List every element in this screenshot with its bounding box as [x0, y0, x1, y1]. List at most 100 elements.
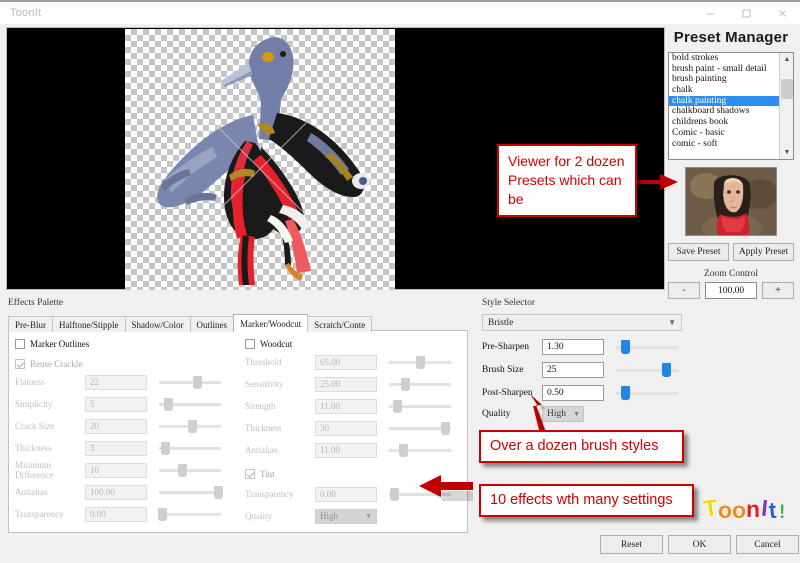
- slider-thumb[interactable]: [440, 422, 450, 435]
- list-item-selected[interactable]: chalk painting: [669, 95, 780, 107]
- setting-value-input[interactable]: 3: [85, 440, 147, 456]
- setting-slider[interactable]: [159, 397, 221, 411]
- svg-text:n: n: [746, 496, 760, 522]
- slider-thumb[interactable]: [621, 386, 631, 400]
- slider-thumb[interactable]: [161, 442, 171, 455]
- list-item[interactable]: childrens book: [669, 117, 780, 128]
- slider-thumb[interactable]: [158, 508, 168, 521]
- preset-list[interactable]: bold strokes brush paint - small detail …: [668, 52, 794, 160]
- setting-value-input[interactable]: 11.00: [315, 442, 377, 458]
- reset-button[interactable]: Reset: [600, 535, 663, 554]
- style-value-input[interactable]: 1.30: [542, 339, 604, 355]
- style-row-brush-size: Brush Size 25: [482, 361, 678, 379]
- slider-thumb[interactable]: [661, 363, 671, 377]
- style-slider[interactable]: [616, 339, 678, 355]
- setting-slider[interactable]: [158, 507, 221, 521]
- zoom-out-button[interactable]: -: [668, 282, 700, 299]
- setting-row-transparency: Transparency 0.00: [15, 503, 239, 525]
- tab-pre-blur[interactable]: Pre-Blur: [8, 316, 53, 332]
- marker-outlines-label: Marker Outlines: [30, 339, 90, 349]
- slider-thumb[interactable]: [400, 378, 410, 391]
- scrollbar-thumb[interactable]: [781, 79, 793, 99]
- woodcut-checkbox[interactable]: Woodcut: [245, 337, 469, 351]
- style-slider[interactable]: [616, 385, 678, 401]
- tab-outlines[interactable]: Outlines: [189, 316, 235, 332]
- slider-track: [159, 381, 221, 384]
- style-select-dropdown[interactable]: Bristle ▼: [482, 314, 682, 331]
- slider-thumb[interactable]: [416, 356, 425, 369]
- style-slider[interactable]: [616, 362, 678, 378]
- list-item[interactable]: brush painting: [669, 74, 780, 85]
- callout-arrow-preset: [634, 174, 680, 195]
- svg-text:!: !: [779, 502, 785, 523]
- slider-thumb[interactable]: [163, 398, 173, 411]
- tab-marker-woodcut[interactable]: Marker/Woodcut: [233, 314, 309, 332]
- setting-label: Transparency: [245, 489, 294, 499]
- setting-value-input[interactable]: 65.00: [315, 354, 377, 370]
- apply-preset-button[interactable]: Apply Preset: [733, 243, 794, 261]
- setting-value-input[interactable]: 20: [85, 418, 147, 434]
- setting-value-input[interactable]: 0.00: [315, 486, 377, 502]
- checkbox-icon: [245, 469, 255, 479]
- setting-value-input[interactable]: 22: [85, 374, 147, 390]
- setting-slider[interactable]: [389, 421, 451, 435]
- save-preset-button[interactable]: Save Preset: [668, 243, 729, 261]
- list-item[interactable]: chalk: [669, 85, 780, 96]
- setting-row-sensitivity: Sensitivity 25.00: [245, 373, 469, 395]
- setting-label: Antialias: [15, 487, 48, 497]
- setting-slider[interactable]: [389, 443, 451, 457]
- setting-value-input[interactable]: 25.00: [315, 376, 377, 392]
- close-button[interactable]: [764, 2, 800, 24]
- list-item[interactable]: brush paint - small detail: [669, 64, 780, 75]
- setting-value-input[interactable]: 100.00: [85, 484, 147, 500]
- chevron-down-icon[interactable]: ▼: [780, 146, 793, 159]
- slider-thumb[interactable]: [393, 400, 403, 413]
- tab-shadow-color[interactable]: Shadow/Color: [124, 316, 191, 332]
- slider-track: [159, 513, 221, 516]
- svg-text:t: t: [768, 497, 778, 523]
- zoom-in-button[interactable]: +: [762, 282, 794, 299]
- setting-value-input[interactable]: 10: [85, 462, 147, 478]
- chevron-up-icon[interactable]: ▲: [780, 53, 793, 66]
- woodcut-quality-select[interactable]: High ▼: [315, 508, 377, 524]
- setting-slider[interactable]: [389, 399, 451, 413]
- setting-slider[interactable]: [159, 485, 223, 499]
- maximize-button[interactable]: [728, 2, 764, 24]
- ok-button[interactable]: OK: [668, 535, 731, 554]
- list-item[interactable]: Comic - basic: [669, 128, 780, 139]
- setting-value-input[interactable]: 30: [315, 420, 377, 436]
- style-value-input[interactable]: 25: [542, 362, 604, 378]
- marker-outlines-checkbox[interactable]: Marker Outlines: [15, 337, 239, 351]
- list-item[interactable]: comic - soft: [669, 139, 780, 150]
- cancel-button[interactable]: Cancel: [736, 535, 799, 554]
- slider-thumb[interactable]: [187, 420, 197, 433]
- setting-label: Crack Size: [15, 421, 55, 431]
- slider-thumb[interactable]: [177, 464, 187, 477]
- setting-slider[interactable]: [159, 441, 221, 455]
- setting-slider[interactable]: [159, 463, 221, 477]
- callout-arrow-brush-styles: [530, 394, 546, 430]
- window-titlebar: ToonIt: [0, 0, 800, 24]
- reuse-crackle-checkbox[interactable]: Reuse Crackle: [15, 357, 239, 371]
- slider-thumb[interactable]: [193, 376, 203, 389]
- setting-slider[interactable]: [159, 375, 221, 389]
- setting-slider[interactable]: [389, 355, 451, 369]
- setting-row-antialias: Antialias 100.00: [15, 481, 239, 503]
- list-item[interactable]: bold strokes: [669, 53, 780, 64]
- slider-thumb[interactable]: [621, 340, 631, 354]
- list-item[interactable]: chalkboard shadows: [669, 106, 780, 117]
- zoom-value-input[interactable]: 100.00: [705, 282, 757, 299]
- slider-thumb[interactable]: [213, 486, 223, 499]
- setting-value-input[interactable]: 11.00: [315, 398, 377, 414]
- setting-row-strength: Strength 11.00: [245, 395, 469, 417]
- setting-value-input[interactable]: 0.00: [85, 506, 147, 522]
- setting-value-input[interactable]: 5: [85, 396, 147, 412]
- tab-halftone-stipple[interactable]: Halftone/Stipple: [52, 316, 126, 332]
- slider-thumb[interactable]: [389, 488, 399, 501]
- slider-thumb[interactable]: [398, 444, 408, 457]
- preset-list-scrollbar[interactable]: ▲ ▼: [779, 53, 793, 159]
- setting-slider[interactable]: [159, 419, 221, 433]
- setting-slider[interactable]: [389, 377, 451, 391]
- minimize-button[interactable]: [692, 2, 728, 24]
- tab-scratch-conte[interactable]: Scratch/Conte: [307, 316, 373, 332]
